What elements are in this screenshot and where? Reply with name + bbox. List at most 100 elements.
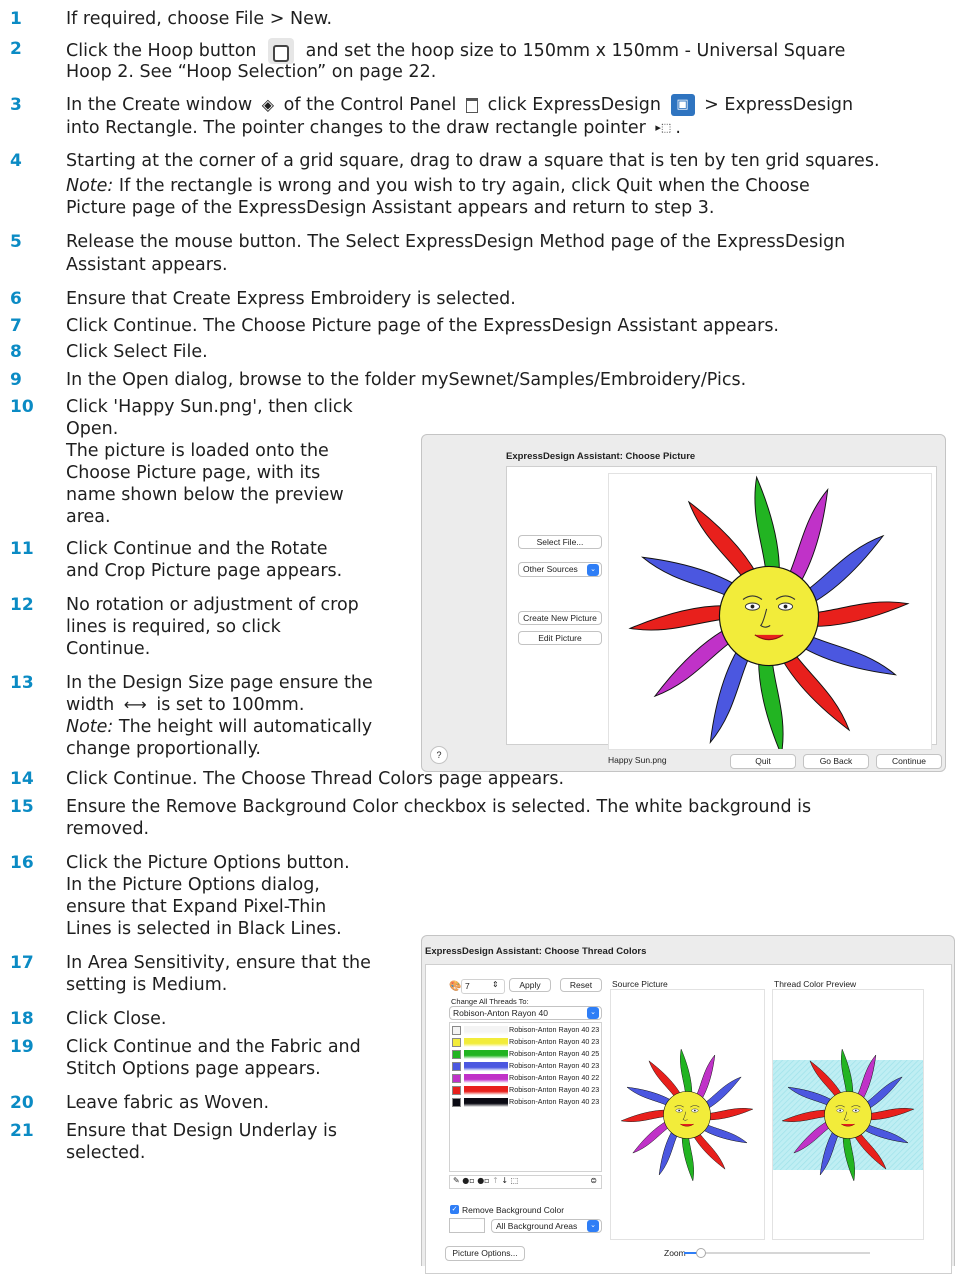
edit-picture-button[interactable]: Edit Picture: [518, 631, 602, 645]
preview-sun-image: [773, 1048, 923, 1182]
thread-color-bar: [464, 1038, 508, 1047]
thread-toolbar: ✎ ●▫ ●▫ ↑ ↓ ⬚ ⊜: [449, 1175, 602, 1189]
step-number: 11: [10, 539, 34, 559]
step-text: name shown below the preview: [66, 485, 344, 505]
step-text: into Rectangle. The pointer changes to t…: [66, 118, 646, 138]
thread-count-stepper[interactable]: 7 ⇕: [461, 979, 505, 994]
dropdown-label: Robison-Anton Rayon 40: [453, 1008, 548, 1018]
step-text: Click Continue. The Choose Picture page …: [66, 316, 779, 336]
background-areas-dropdown[interactable]: All Background Areas ⌄: [491, 1219, 602, 1233]
step-text: width: [66, 695, 115, 715]
move-up-icon[interactable]: ↑: [492, 1176, 499, 1185]
thread-row[interactable]: Robison-Anton Rayon 40 25: [452, 1049, 602, 1060]
remove-bg-checkbox[interactable]: ✓: [450, 1205, 459, 1214]
other-sources-dropdown[interactable]: Other Sources ⌄: [518, 562, 602, 577]
select-file-button[interactable]: Select File...: [518, 535, 602, 549]
create-new-picture-button[interactable]: Create New Picture: [518, 611, 602, 625]
select-area-icon[interactable]: ⬚: [511, 1176, 519, 1185]
control-panel-icon: [466, 97, 478, 113]
step-number: 12: [10, 595, 34, 615]
bg-color-swatch[interactable]: [449, 1218, 485, 1233]
remove-bg-label: Remove Background Color: [462, 1205, 565, 1215]
step-text: In the Picture Options dialog,: [66, 875, 320, 895]
move-down-icon[interactable]: ↓: [501, 1176, 508, 1185]
thread-row[interactable]: Robison-Anton Rayon 40 23: [452, 1085, 602, 1096]
thread-swatch: [452, 1050, 461, 1059]
thread-row[interactable]: Robison-Anton Rayon 40 23: [452, 1025, 602, 1036]
thread-swatch: [452, 1098, 461, 1107]
step-text: If required, choose File > New.: [66, 9, 333, 29]
step-number: 10: [10, 397, 34, 417]
step-text: Click Close.: [66, 1009, 167, 1029]
step-number: 5: [10, 232, 22, 252]
stepper-arrows-icon[interactable]: ⇕: [492, 980, 499, 989]
step-number: 6: [10, 289, 22, 309]
continue-button[interactable]: Continue: [876, 754, 942, 769]
quit-button[interactable]: Quit: [730, 754, 796, 769]
thread-color-bar: [464, 1026, 508, 1035]
thread-color-bar: [464, 1074, 508, 1083]
step-text: Click the Picture Options button.: [66, 853, 350, 873]
step-text: lines is required, so click: [66, 617, 281, 637]
eyedropper-icon[interactable]: ✎: [453, 1176, 460, 1185]
merge-threads-icon[interactable]: ●▫: [462, 1176, 474, 1185]
create-window-icon: ◈: [261, 95, 275, 114]
help-button[interactable]: ?: [430, 746, 448, 764]
step-text: > ExpressDesign: [704, 95, 854, 115]
thread-name: Robison-Anton Rayon 40 23: [509, 1037, 600, 1046]
thread-color-bar: [464, 1098, 508, 1107]
step-text: Click Continue and the Fabric and: [66, 1037, 361, 1057]
step-text: In the Create window: [66, 95, 253, 115]
thread-swatch: [452, 1074, 461, 1083]
step-text: Continue.: [66, 639, 151, 659]
go-back-button[interactable]: Go Back: [803, 754, 869, 769]
thread-name: Robison-Anton Rayon 40 22: [509, 1073, 600, 1082]
step-number: 3: [10, 95, 22, 115]
step-text: Picture page of the ExpressDesign Assist…: [66, 198, 715, 218]
step-number: 19: [10, 1037, 34, 1057]
thread-preview-label: Thread Color Preview: [774, 979, 857, 989]
thread-swatch: [452, 1062, 461, 1071]
dropdown-label: All Background Areas: [496, 1221, 578, 1231]
more-options-icon[interactable]: ⊜: [590, 1176, 597, 1185]
split-threads-icon[interactable]: ●▫: [477, 1176, 489, 1185]
step-text: change proportionally.: [66, 739, 261, 759]
thread-color-bar: [464, 1050, 508, 1059]
step-number: 20: [10, 1093, 34, 1113]
thread-name: Robison-Anton Rayon 40 25: [509, 1049, 600, 1058]
step-text: Hoop 2. See “Hoop Selection” on page 22.: [66, 62, 437, 82]
thread-color-preview: [772, 989, 924, 1240]
picture-options-button[interactable]: Picture Options...: [445, 1246, 525, 1261]
expressdesign-icon: ▣: [670, 94, 695, 116]
reset-button[interactable]: Reset: [560, 978, 602, 992]
zoom-slider-thumb[interactable]: [696, 1248, 706, 1258]
step-text: Click 'Happy Sun.png', then click: [66, 397, 353, 417]
step-text: Stitch Options page appears.: [66, 1059, 321, 1079]
thread-row[interactable]: Robison-Anton Rayon 40 23: [452, 1097, 602, 1108]
step-text: Click Select File.: [66, 342, 208, 362]
step-text: and Crop Picture page appears.: [66, 561, 343, 581]
thread-name: Robison-Anton Rayon 40 23: [509, 1085, 600, 1094]
chevron-down-icon: ⌄: [587, 564, 599, 576]
thread-range-dropdown[interactable]: Robison-Anton Rayon 40 ⌄: [449, 1006, 602, 1020]
zoom-label: Zoom: [664, 1248, 686, 1258]
thread-row[interactable]: Robison-Anton Rayon 40 23: [452, 1061, 602, 1072]
step-text: Lines is selected in Black Lines.: [66, 919, 342, 939]
step-text: of the Control Panel: [283, 95, 457, 115]
source-picture-preview: [610, 989, 765, 1240]
step-number: 14: [10, 769, 34, 789]
step-text: In the Design Size page ensure the: [66, 673, 373, 693]
step-text: Starting at the corner of a grid square,…: [66, 151, 880, 171]
thread-name: Robison-Anton Rayon 40 23: [509, 1025, 600, 1034]
thread-count-value: 7: [465, 981, 470, 991]
thread-row[interactable]: Robison-Anton Rayon 40 22: [452, 1073, 602, 1084]
thread-row[interactable]: Robison-Anton Rayon 40 23: [452, 1037, 602, 1048]
thread-swatch: [452, 1038, 461, 1047]
happy-sun-image: [628, 475, 910, 757]
apply-button[interactable]: Apply: [509, 978, 551, 992]
choose-picture-dialog: ExpressDesign Assistant: Choose Picture …: [421, 434, 946, 772]
step-text: Ensure the Remove Background Color check…: [66, 797, 812, 817]
step-text: selected.: [66, 1143, 146, 1163]
source-picture-label: Source Picture: [612, 979, 668, 989]
zoom-slider[interactable]: [684, 1248, 870, 1258]
